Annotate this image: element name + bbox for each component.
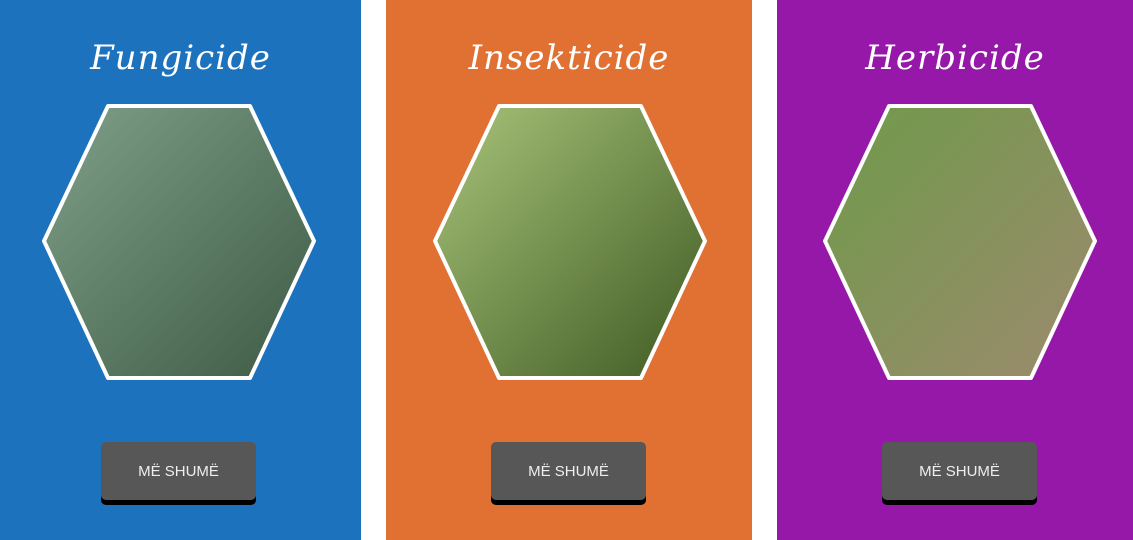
hexagon-image-leaf-with-fungus [42,104,316,380]
panel-title: Fungicide [90,38,271,78]
more-button-herbicide[interactable]: MË SHUMË [882,442,1037,500]
panel-herbicide: Herbicide MË SHUMË [777,0,1133,540]
panel-title: Insekticide [468,38,670,78]
panel-title: Herbicide [865,38,1045,78]
panel-insekticide: Insekticide MË SHUMË [386,0,752,540]
hexagon-image-crop-rows [823,104,1097,380]
more-button-insekticide[interactable]: MË SHUMË [491,442,646,500]
more-button-fungicide[interactable]: MË SHUMË [101,442,256,500]
herbicide-image [823,104,1097,380]
panel-fungicide: Fungicide MË SHUMË [0,0,361,540]
fungicide-image [42,104,316,380]
hexagon-image-colorado-beetle [433,104,707,380]
insekticide-image [433,104,707,380]
